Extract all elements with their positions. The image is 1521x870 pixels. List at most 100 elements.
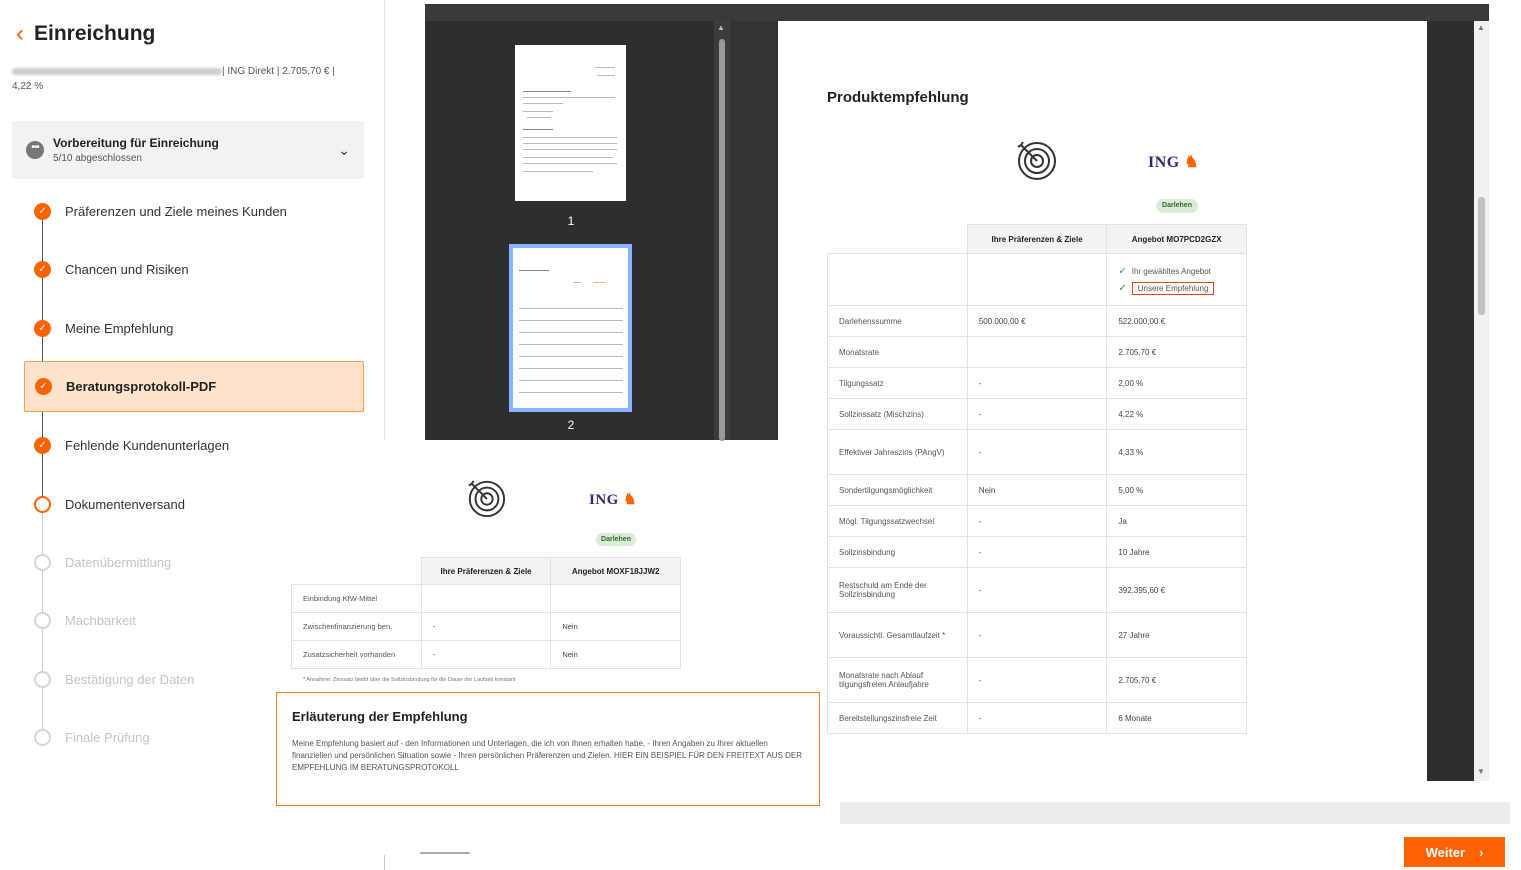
check-circle-icon: ✓ — [34, 202, 51, 220]
page-number: 1 — [567, 214, 575, 228]
page-thumbnail-2[interactable] — [509, 244, 632, 412]
table-row: Darlehenssumme 500.000,00 €522.000,00 € — [827, 305, 1247, 337]
row-pref: Nein — [966, 474, 1108, 506]
table-row: Sollzinsbindung -10 Jahre — [827, 536, 1247, 568]
thumbnail-scrollbar[interactable]: ▲ — [714, 21, 730, 441]
row-key: Zwischenfinanzierung ben. — [291, 612, 422, 641]
page-thumbnail-1[interactable] — [515, 45, 626, 201]
zoom-comparison-table: Ihre Präferenzen & Ziele Angebot MOXF18J… — [291, 557, 681, 669]
chevron-left-icon: ‹ — [16, 20, 24, 47]
next-button-label: Weiter — [1425, 844, 1466, 860]
column-header: Ihre Präferenzen & Ziele — [420, 557, 552, 585]
table-row: Zwischenfinanzierung ben. - Nein — [291, 612, 681, 641]
table-row: Bereitstellungszinsfreie Zeit -6 Monate — [827, 702, 1247, 734]
empty-circle-icon — [34, 553, 51, 571]
step-dokumentenversand[interactable]: Dokumentenversand — [24, 480, 364, 528]
step-meine-empfehlung[interactable]: ✓ Meine Empfehlung — [24, 304, 364, 352]
table-row: Mögl. Tilgungssatzwechsel - Ja — [827, 505, 1247, 537]
explanation-title: Erläuterung der Empfehlung — [292, 709, 468, 724]
row-offer: 2,00 % — [1106, 367, 1247, 399]
row-pref: - — [966, 567, 1108, 613]
table-row: Effektiver Jahreszins (PAngV) -4,33 % — [827, 429, 1247, 475]
step-fehlende-unterlagen[interactable]: ✓ Fehlende Kundenunterlagen — [24, 421, 364, 469]
next-button[interactable]: Weiter › — [1404, 837, 1505, 867]
panel-divider — [384, 855, 385, 870]
ing-logo-text: ING — [1148, 154, 1180, 171]
target-icon — [1017, 141, 1056, 180]
row-key: Zusatzsicherheit vorhanden — [291, 640, 422, 669]
scroll-up-icon[interactable]: ▲ — [717, 23, 725, 32]
chevron-down-icon[interactable]: ⌄ — [338, 142, 350, 159]
table-row: Einbindung KfW-Mittel — [291, 584, 681, 613]
scroll-down-icon[interactable]: ▼ — [1477, 767, 1485, 776]
step-label: Dokumentenversand — [65, 496, 185, 512]
scroll-up-icon[interactable]: ▲ — [1477, 23, 1485, 32]
panel-divider — [384, 0, 385, 440]
row-offer: Nein — [550, 612, 681, 641]
row-pref: - — [966, 702, 1108, 734]
case-summary-text: | ING Direkt | 2.705,70 € | — [222, 66, 335, 77]
table-row: Zusatzsicherheit vorhanden - Nein — [291, 640, 681, 669]
scrollbar-thumb[interactable] — [1478, 197, 1485, 315]
row-offer — [550, 584, 681, 613]
step-beratungsprotokoll-pdf[interactable]: ✓ Beratungsprotokoll-PDF — [24, 361, 364, 412]
step-label: Finale Prüfung — [65, 729, 150, 745]
footnote: * Annahme: Zinssatz bleibt über die Soll… — [303, 677, 516, 683]
recommended-line: ✓ Unsere Empfehlung — [1118, 280, 1235, 297]
ing-logo: ING ♞ — [1148, 152, 1199, 172]
chevron-right-icon: › — [1479, 844, 1484, 860]
table-row: Sondertilgungsmöglichkeit Nein 5,00 % — [827, 474, 1247, 506]
row-offer: 6 Monate — [1106, 702, 1247, 734]
column-header: Ihre Präferenzen & Ziele — [966, 224, 1108, 254]
row-offer: 4,22 % — [1106, 398, 1247, 430]
row-pref — [420, 584, 552, 613]
row-key: Tilgungssatz — [827, 367, 968, 399]
step-chancen-risiken[interactable]: ✓ Chancen und Risiken — [24, 245, 364, 293]
row-key: Mögl. Tilgungssatzwechsel — [827, 505, 968, 537]
step-label: Bestätigung der Daten — [65, 671, 195, 687]
comparison-table: Ihre Präferenzen & Ziele Angebot MO7PCD2… — [827, 224, 1247, 734]
back-link[interactable]: ‹ Einreichung — [16, 22, 155, 46]
row-key: Einbindung KfW-Mittel — [291, 584, 422, 613]
row-pref: - — [966, 612, 1108, 658]
explanation-box: Erläuterung der Empfehlung Meine Empfehl… — [276, 692, 820, 806]
check-icon: ✓ — [1118, 265, 1127, 277]
table-row: Sollzinssatz (Mischzins) -4,22 % — [827, 398, 1247, 430]
step-label: Machbarkeit — [65, 612, 136, 628]
table-row: Tilgungssatz -2,00 % — [827, 367, 1247, 399]
row-pref: - — [966, 429, 1108, 475]
check-circle-icon: ✓ — [34, 260, 51, 278]
target-icon — [468, 480, 506, 518]
step-label: Meine Empfehlung — [65, 320, 174, 336]
step-label: Beratungsprotokoll-PDF — [66, 379, 217, 394]
step-praeferenzen[interactable]: ✓ Präferenzen und Ziele meines Kunden — [24, 187, 364, 235]
table-row: Monatsrate 2.705,70 € — [827, 336, 1247, 368]
row-offer: 392.395,60 € — [1106, 567, 1247, 613]
preparation-progress: 5/10 abgeschlossen — [53, 153, 142, 164]
row-pref: - — [420, 612, 552, 641]
empty-circle-icon — [34, 728, 51, 746]
row-pref: - — [966, 367, 1108, 399]
chosen-offer-line: ✓ Ihr gewähltes Angebot — [1118, 263, 1235, 280]
scrollbar-thumb[interactable] — [719, 39, 725, 441]
row-pref — [966, 336, 1108, 368]
more-dots-icon: ••• — [26, 141, 44, 159]
loan-badge: Darlehen — [1156, 199, 1198, 213]
row-offer: 2.705,70 € — [1106, 336, 1247, 368]
case-summary: | ING Direkt | 2.705,70 € | 4,22 % — [12, 64, 352, 94]
check-circle-icon: ✓ — [34, 319, 51, 337]
step-label: Fehlende Kundenunterlagen — [65, 437, 230, 453]
lion-icon: ♞ — [1184, 154, 1200, 171]
step-label: Chancen und Risiken — [65, 261, 189, 277]
submission-screen: ‹ Einreichung | ING Direkt | 2.705,70 € … — [0, 0, 1521, 870]
chosen-offer-label: Ihr gewähltes Angebot — [1131, 266, 1211, 276]
redacted-text — [12, 67, 222, 75]
ing-logo: ING ♞ — [589, 490, 637, 509]
preparation-accordion[interactable]: ••• Vorbereitung für Einreichung 5/10 ab… — [12, 121, 364, 179]
page-title: Einreichung — [34, 22, 156, 45]
viewer-gutter — [1427, 21, 1474, 781]
row-key: Bereitstellungszinsfreie Zeit — [827, 702, 968, 734]
pdf-scrollbar[interactable]: ▲ ▼ — [1474, 21, 1489, 781]
pdf-toolbar — [425, 4, 1489, 21]
row-pref: - — [966, 536, 1108, 568]
